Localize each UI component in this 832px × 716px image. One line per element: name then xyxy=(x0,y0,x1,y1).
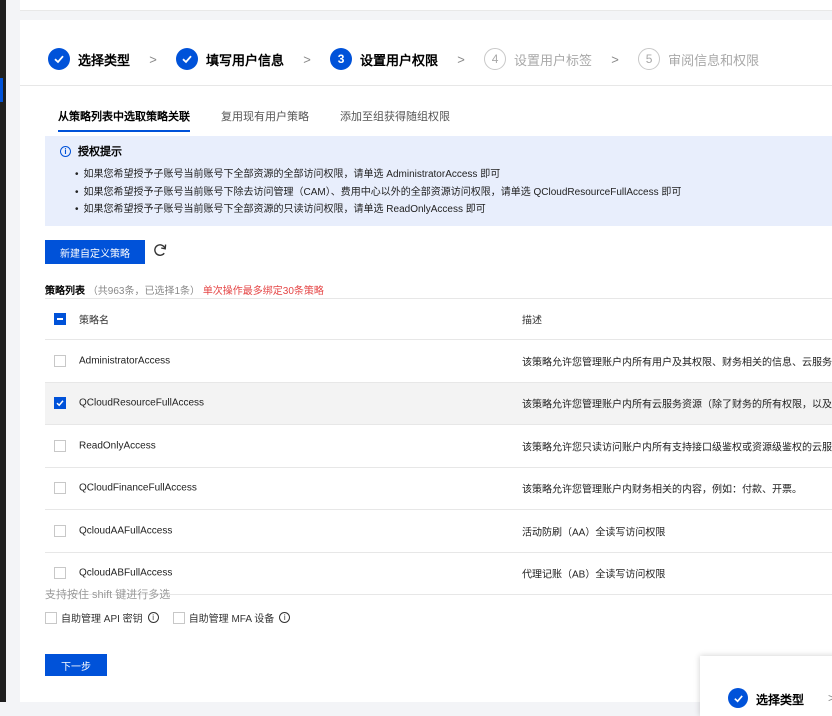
authorization-notice: i 授权提示 如果您希望授予子账号当前账号下全部资源的全部访问权限，请单选 Ad… xyxy=(45,136,832,226)
policy-description: 该策略允许您管理账户内所有云服务资源（除了财务的所有权限，以及CAM xyxy=(522,399,832,411)
table-row[interactable]: ReadOnlyAccess 该策略允许您只读访问账户内所有支持接口级鉴权或资源… xyxy=(45,425,832,468)
info-icon: i xyxy=(60,145,71,157)
step-number: 5 xyxy=(638,48,661,70)
chevron-right-icon: > xyxy=(149,51,157,67)
help-icon[interactable]: i xyxy=(279,612,291,623)
step-label: 选择类型 xyxy=(78,52,131,68)
row-checkbox[interactable] xyxy=(54,567,66,580)
chevron-right-icon: > xyxy=(828,691,832,705)
mfa-device-checkbox[interactable] xyxy=(172,611,185,624)
policy-table: 策略名 描述 AdministratorAccess 该策略允许您管理账户内所有… xyxy=(45,298,832,595)
policy-list-header: 策略列表 （共963条，已选择1条） 单次操作最多绑定30条策略 xyxy=(45,282,324,297)
row-checkbox[interactable] xyxy=(54,482,66,495)
tab-bar: 从策略列表中选取策略关联 复用现有用户策略 添加至组获得随组权限 xyxy=(58,108,481,132)
chevron-right-icon: > xyxy=(303,51,311,67)
policy-list-title: 策略列表 xyxy=(45,286,85,297)
policy-name: QcloudAAFullAccess xyxy=(79,525,173,537)
stepper: 选择类型 > 填写用户信息 > 3 设置用户权限 > 4 设置用户标签 > 5 … xyxy=(48,48,759,70)
api-key-option-label: 自助管理 API 密钥 xyxy=(61,614,143,625)
row-checkbox[interactable] xyxy=(54,439,66,452)
self-management-options: 自助管理 API 密钥 i 自助管理 MFA 设备 i xyxy=(45,610,304,625)
row-checkbox[interactable] xyxy=(54,397,66,410)
mfa-option-label: 自助管理 MFA 设备 xyxy=(188,614,275,625)
policy-list-warning: 单次操作最多绑定30条策略 xyxy=(202,286,324,297)
row-checkbox[interactable] xyxy=(54,354,66,367)
refresh-icon[interactable] xyxy=(150,240,170,260)
policy-description: 该策略允许您管理账户内财务相关的内容，例如：付款、开票。 xyxy=(522,484,802,496)
chevron-right-icon: > xyxy=(457,51,465,67)
step-label: 审阅信息和权限 xyxy=(668,52,760,68)
step-fill-user-info: 填写用户信息 xyxy=(176,48,284,70)
notice-lines: 如果您希望授予子账号当前账号下全部资源的全部访问权限，请单选 Administr… xyxy=(75,166,682,219)
step-set-permissions: 3 设置用户权限 xyxy=(330,48,438,70)
column-header-description: 描述 xyxy=(522,315,542,327)
select-all-checkbox[interactable] xyxy=(54,313,66,325)
step-label: 设置用户标签 xyxy=(514,52,593,68)
table-header-row: 策略名 描述 xyxy=(45,298,832,340)
notice-title: i 授权提示 xyxy=(60,143,122,159)
next-step-button[interactable]: 下一步 xyxy=(45,654,107,676)
step-review: 5 审阅信息和权限 xyxy=(638,48,759,70)
top-card xyxy=(20,0,832,11)
check-icon xyxy=(176,48,199,70)
tab-reuse-user-policy[interactable]: 复用现有用户策略 xyxy=(221,108,309,132)
step-label: 设置用户权限 xyxy=(360,52,439,68)
tab-select-from-policy-list[interactable]: 从策略列表中选取策略关联 xyxy=(58,108,190,132)
left-nav-bar xyxy=(0,0,6,702)
left-nav-active-indicator xyxy=(0,78,3,102)
new-custom-policy-button[interactable]: 新建自定义策略 xyxy=(45,240,145,264)
table-row[interactable]: QcloudAAFullAccess 活动防刷（AA）全读写访问权限 xyxy=(45,510,832,553)
policy-description: 活动防刷（AA）全读写访问权限 xyxy=(522,527,666,539)
row-checkbox[interactable] xyxy=(54,524,66,537)
policy-description: 代理记账（AB）全读写访问权限 xyxy=(522,569,666,581)
help-icon[interactable]: i xyxy=(147,612,159,623)
chevron-right-icon: > xyxy=(611,51,619,67)
policy-name: QCloudResourceFullAccess xyxy=(79,397,205,409)
step-number: 3 xyxy=(330,48,353,70)
shift-multiselect-hint: 支持按住 shift 键进行多选 xyxy=(45,589,171,601)
notice-title-text: 授权提示 xyxy=(78,146,122,158)
notice-line: 如果您希望授予子账号当前账号下全部资源的只读访问权限，请单选 ReadOnlyA… xyxy=(75,201,681,219)
popup-step-label: 选择类型 xyxy=(756,693,805,707)
table-row[interactable]: QCloudFinanceFullAccess 该策略允许您管理账户内财务相关的… xyxy=(45,468,832,510)
policy-name: ReadOnlyAccess xyxy=(79,440,156,452)
step-number: 4 xyxy=(484,48,507,70)
notice-line: 如果您希望授予子账号当前账号下全部资源的全部访问权限，请单选 Administr… xyxy=(75,166,681,184)
policy-description: 该策略允许您管理账户内所有用户及其权限、财务相关的信息、云服务资产 xyxy=(522,357,832,369)
check-icon xyxy=(728,688,748,708)
policy-name: QcloudABFullAccess xyxy=(79,567,173,579)
policy-name: QCloudFinanceFullAccess xyxy=(79,482,197,494)
column-header-policy-name: 策略名 xyxy=(79,315,109,327)
table-row[interactable]: QCloudResourceFullAccess 该策略允许您管理账户内所有云服… xyxy=(45,382,832,425)
tab-add-to-group[interactable]: 添加至组获得随组权限 xyxy=(340,108,450,132)
check-icon xyxy=(48,48,70,70)
step-set-tags: 4 设置用户标签 xyxy=(484,48,592,70)
table-row[interactable]: AdministratorAccess 该策略允许您管理账户内所有用户及其权限、… xyxy=(45,340,832,383)
floating-stepper-preview: 选择类型 > xyxy=(700,656,832,716)
api-key-checkbox[interactable] xyxy=(45,611,57,624)
notice-line: 如果您希望授予子账号当前账号下除去访问管理（CAM）、费用中心以外的全部资源访问… xyxy=(75,184,682,202)
policy-name: AdministratorAccess xyxy=(79,355,171,367)
policy-list-count: （共963条，已选择1条） xyxy=(87,286,201,297)
policy-description: 该策略允许您只读访问账户内所有支持接口级鉴权或资源级鉴权的云服务资 xyxy=(522,442,832,454)
step-select-type: 选择类型 xyxy=(48,48,130,70)
divider xyxy=(20,85,832,86)
step-label: 填写用户信息 xyxy=(206,52,285,68)
